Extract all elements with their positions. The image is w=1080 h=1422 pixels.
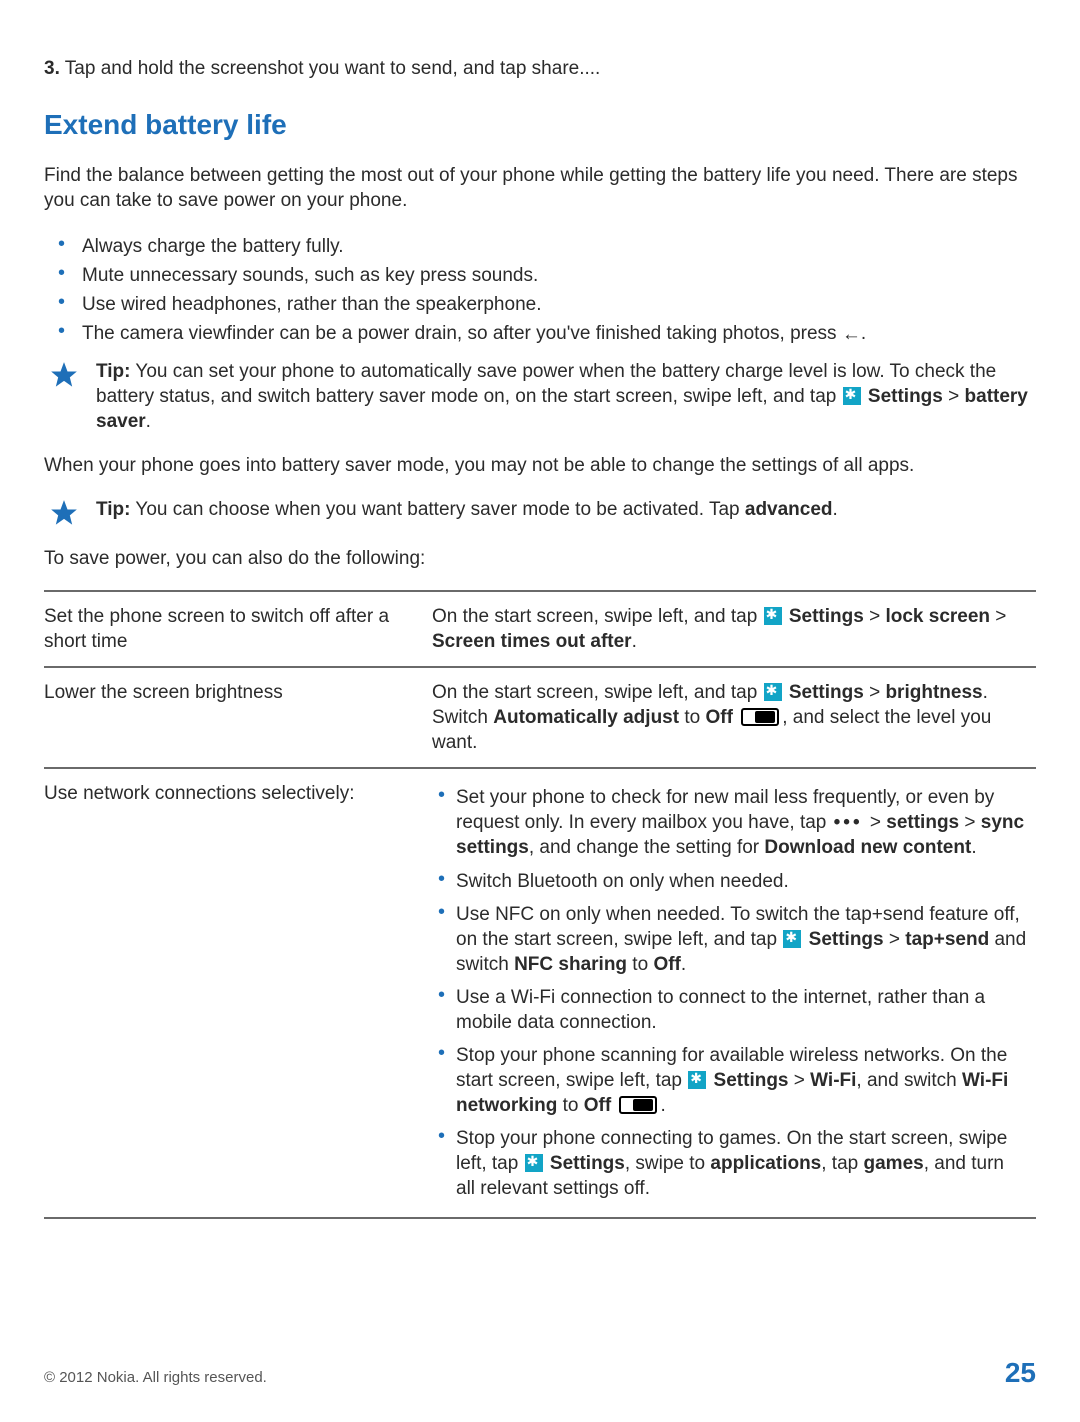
page-number: 25 <box>1005 1355 1036 1392</box>
network-list: Set your phone to check for new mail les… <box>432 781 1028 1205</box>
table-intro: To save power, you can also do the follo… <box>44 546 1036 571</box>
cell-left: Lower the screen brightness <box>44 667 432 768</box>
cell-right: On the start screen, swipe left, and tap… <box>432 591 1036 667</box>
star-icon <box>50 499 78 527</box>
settings-icon <box>525 1154 543 1172</box>
settings-icon <box>843 387 861 405</box>
list-item: Use wired headphones, rather than the sp… <box>76 290 1036 319</box>
tip-block-1: Tip: You can set your phone to automatic… <box>44 359 1036 434</box>
battery-saver-note: When your phone goes into battery saver … <box>44 453 1036 478</box>
manual-page: 3. Tap and hold the screenshot you want … <box>0 0 1080 1422</box>
switch-off-icon <box>619 1096 657 1114</box>
tip-block-2: Tip: You can choose when you want batter… <box>44 497 1036 527</box>
list-item: Stop your phone scanning for available w… <box>456 1039 1028 1122</box>
table-row: Use network connections selectively: Set… <box>44 768 1036 1218</box>
switch-off-icon <box>741 708 779 726</box>
tip-label: Tip: <box>96 361 130 382</box>
more-menu-icon: ••• <box>832 810 865 835</box>
cell-right: On the start screen, swipe left, and tap… <box>432 667 1036 768</box>
back-arrow-icon: ← <box>842 322 861 347</box>
settings-icon <box>764 607 782 625</box>
list-item: Mute unnecessary sounds, such as key pre… <box>76 261 1036 290</box>
tip-text: Tip: You can set your phone to automatic… <box>96 359 1036 434</box>
step-text: Tap and hold the screenshot you want to … <box>65 58 601 79</box>
table-row: Set the phone screen to switch off after… <box>44 591 1036 667</box>
cell-right: Set your phone to check for new mail les… <box>432 768 1036 1218</box>
camera-bullet-post: . <box>861 323 866 344</box>
copyright: © 2012 Nokia. All rights reserved. <box>44 1368 267 1388</box>
section-intro: Find the balance between getting the mos… <box>44 163 1036 213</box>
settings-icon <box>764 683 782 701</box>
power-save-table: Set the phone screen to switch off after… <box>44 590 1036 1220</box>
settings-icon <box>783 930 801 948</box>
list-item: Use a Wi-Fi connection to connect to the… <box>456 981 1028 1039</box>
star-icon <box>50 361 78 389</box>
step-3: 3. Tap and hold the screenshot you want … <box>44 56 1036 81</box>
list-item: Switch Bluetooth on only when needed. <box>456 865 1028 898</box>
page-footer: © 2012 Nokia. All rights reserved. 25 <box>44 1355 1036 1392</box>
tip-label: Tip: <box>96 499 130 520</box>
camera-bullet-pre: The camera viewfinder can be a power dra… <box>82 323 842 344</box>
cell-left: Set the phone screen to switch off after… <box>44 591 432 667</box>
list-item: Stop your phone connecting to games. On … <box>456 1122 1028 1205</box>
tips-list: Always charge the battery fully. Mute un… <box>44 232 1036 348</box>
table-row: Lower the screen brightness On the start… <box>44 667 1036 768</box>
list-item: Always charge the battery fully. <box>76 232 1036 261</box>
list-item: Use NFC on only when needed. To switch t… <box>456 898 1028 981</box>
settings-icon <box>688 1071 706 1089</box>
list-item: The camera viewfinder can be a power dra… <box>76 319 1036 348</box>
section-heading: Extend battery life <box>44 107 1036 144</box>
cell-left: Use network connections selectively: <box>44 768 432 1218</box>
step-number: 3. <box>44 58 60 79</box>
list-item: Set your phone to check for new mail les… <box>456 781 1028 864</box>
tip-text: Tip: You can choose when you want batter… <box>96 497 1036 522</box>
